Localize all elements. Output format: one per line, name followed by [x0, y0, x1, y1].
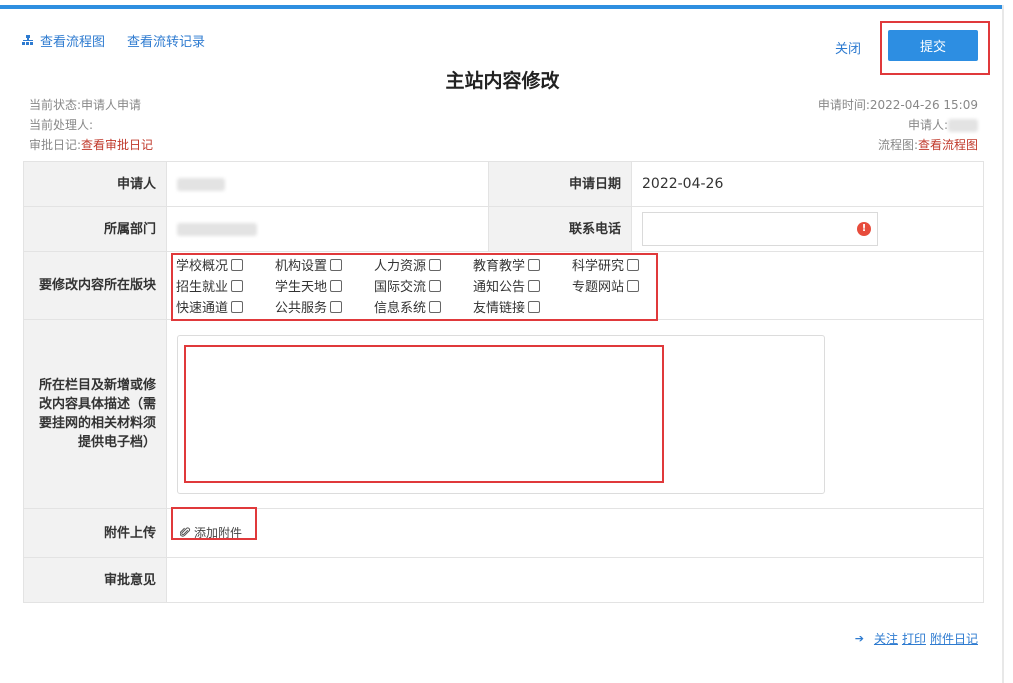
application-form: 申请人 申请日期 2022-04-26 所属部门 联系电话 ! 要修改内容所在版…: [23, 161, 984, 603]
section-checkbox-label: 机构设置: [275, 259, 328, 274]
top-links: 查看流程图 查看流转记录: [22, 31, 205, 50]
description-label: 所在栏目及新增或修改内容具体描述（需要挂网的相关材料须提供电子档）: [23, 319, 167, 509]
section-checkbox-item[interactable]: 机构设置: [275, 254, 374, 275]
current-status: 当前状态:申请人申请: [29, 98, 142, 112]
row-description: 所在栏目及新增或修改内容具体描述（需要挂网的相关材料须提供电子档）: [23, 319, 984, 509]
view-approval-log-link[interactable]: 查看审批日记: [81, 138, 153, 152]
section-checkbox-label: 人力资源: [374, 259, 427, 274]
sitemap-icon: [22, 35, 34, 46]
section-checkbox-label: 信息系统: [374, 301, 427, 316]
department-value: [166, 206, 489, 252]
section-label: 要修改内容所在版块: [23, 251, 167, 320]
view-transfer-log-link[interactable]: 查看流转记录: [127, 31, 205, 50]
follow-link[interactable]: 关注: [874, 630, 898, 647]
applicant-value: [166, 161, 489, 207]
section-checkbox-item[interactable]: 专题网站: [572, 275, 652, 296]
checkbox[interactable]: [528, 279, 541, 292]
section-checkbox-item[interactable]: 学校概况: [176, 254, 275, 275]
footer-links: ➔ 关注 打印 附件日记: [855, 630, 978, 647]
close-link[interactable]: 关闭: [835, 38, 861, 57]
checkbox[interactable]: [231, 279, 244, 292]
meta-applicant: 申请人:: [818, 115, 978, 135]
scrollbar-track[interactable]: [1002, 5, 1004, 683]
meta-flowchart: 流程图:查看流程图: [877, 138, 978, 152]
checkbox[interactable]: [231, 258, 244, 271]
section-checkbox-item[interactable]: 国际交流: [374, 275, 473, 296]
checkbox[interactable]: [330, 258, 343, 271]
section-checkbox-item[interactable]: 学生天地: [275, 275, 374, 296]
approval-value: [166, 557, 984, 603]
checkbox[interactable]: [330, 300, 343, 313]
department-label: 所属部门: [23, 206, 167, 252]
redacted-applicant: [177, 177, 225, 191]
submit-button[interactable]: 提交: [888, 30, 978, 61]
row-sections: 要修改内容所在版块 学校概况 机构设置 人力资源 教育教学 科学研究招生就业 学生天地 国际…: [23, 251, 984, 320]
section-checkbox-label: 学生天地: [275, 280, 328, 295]
error-icon: !: [857, 222, 871, 236]
section-checkbox-group: 学校概况 机构设置 人力资源 教育教学 科学研究招生就业 学生天地 国际交流 通知公告 专题网站…: [176, 254, 983, 317]
checkbox[interactable]: [528, 300, 541, 313]
section-checkbox-item[interactable]: 人力资源: [374, 254, 473, 275]
apply-date-label: 申请日期: [488, 161, 632, 207]
checkbox[interactable]: [528, 258, 541, 271]
section-checkbox-label: 国际交流: [374, 280, 427, 295]
print-link[interactable]: 打印: [902, 630, 926, 647]
section-checkbox-item[interactable]: 快速通道: [176, 296, 275, 317]
checkbox[interactable]: [627, 258, 640, 271]
section-checkbox-label: 学校概况: [176, 259, 229, 274]
phone-label: 联系电话: [488, 206, 632, 252]
section-checkbox-item[interactable]: 科学研究: [572, 254, 652, 275]
section-checkbox-item[interactable]: 公共服务: [275, 296, 374, 317]
meta-right: 申请时间:2022-04-26 15:09 申请人: 流程图:查看流程图: [818, 95, 978, 155]
section-checkbox-label: 通知公告: [473, 280, 526, 295]
meta-flowchart-link[interactable]: 查看流程图: [918, 138, 978, 152]
section-checkbox-label: 友情链接: [473, 301, 526, 316]
checkbox[interactable]: [429, 279, 442, 292]
top-accent-bar: [0, 5, 1002, 9]
redacted-name: [948, 119, 978, 132]
attachment-log-link[interactable]: 附件日记: [930, 630, 978, 647]
section-checkbox-item[interactable]: 教育教学: [473, 254, 572, 275]
approval-label: 审批意见: [23, 557, 167, 603]
checkbox[interactable]: [330, 279, 343, 292]
add-attachment-button[interactable]: 添加附件: [180, 524, 242, 541]
apply-time: 申请时间:2022-04-26 15:09: [817, 98, 978, 112]
section-checkbox-label: 专题网站: [572, 280, 625, 295]
checkbox[interactable]: [429, 300, 442, 313]
attachment-label: 附件上传: [23, 508, 167, 558]
section-checkbox-label: 快速通道: [176, 301, 229, 316]
section-checkbox-item[interactable]: 通知公告: [473, 275, 572, 296]
apply-date-value: 2022-04-26: [631, 161, 984, 207]
section-checkbox-label: 公共服务: [275, 301, 328, 316]
row-department: 所属部门 联系电话 !: [23, 206, 984, 252]
description-textarea[interactable]: [177, 334, 825, 494]
checkbox[interactable]: [429, 258, 442, 271]
row-applicant: 申请人 申请日期 2022-04-26: [23, 161, 984, 207]
redacted-department: [177, 222, 257, 236]
approval-log: 审批日记:查看审批日记: [29, 138, 154, 152]
section-checkbox-label: 科学研究: [572, 259, 625, 274]
section-checkbox-item[interactable]: 友情链接: [473, 296, 572, 317]
section-checkbox-item[interactable]: 招生就业: [176, 275, 275, 296]
section-checkbox-label: 招生就业: [176, 280, 229, 295]
checkbox[interactable]: [627, 279, 640, 292]
row-approval: 审批意见: [23, 557, 984, 603]
row-attachment: 附件上传 添加附件: [23, 508, 984, 558]
section-checkbox-item[interactable]: 信息系统: [374, 296, 473, 317]
meta-left: 当前状态:申请人申请 当前处理人: 审批日记:查看审批日记: [29, 95, 153, 155]
section-checkbox-label: 教育教学: [473, 259, 526, 274]
applicant-label: 申请人: [23, 161, 167, 207]
view-flowchart-link[interactable]: 查看流程图: [22, 31, 105, 50]
page-title: 主站内容修改: [445, 70, 560, 92]
phone-input[interactable]: !: [642, 212, 878, 246]
current-handler: 当前处理人:: [29, 118, 94, 132]
checkbox[interactable]: [231, 300, 244, 313]
paperclip-icon: [180, 527, 191, 537]
arrow-right-icon: ➔: [854, 632, 864, 645]
